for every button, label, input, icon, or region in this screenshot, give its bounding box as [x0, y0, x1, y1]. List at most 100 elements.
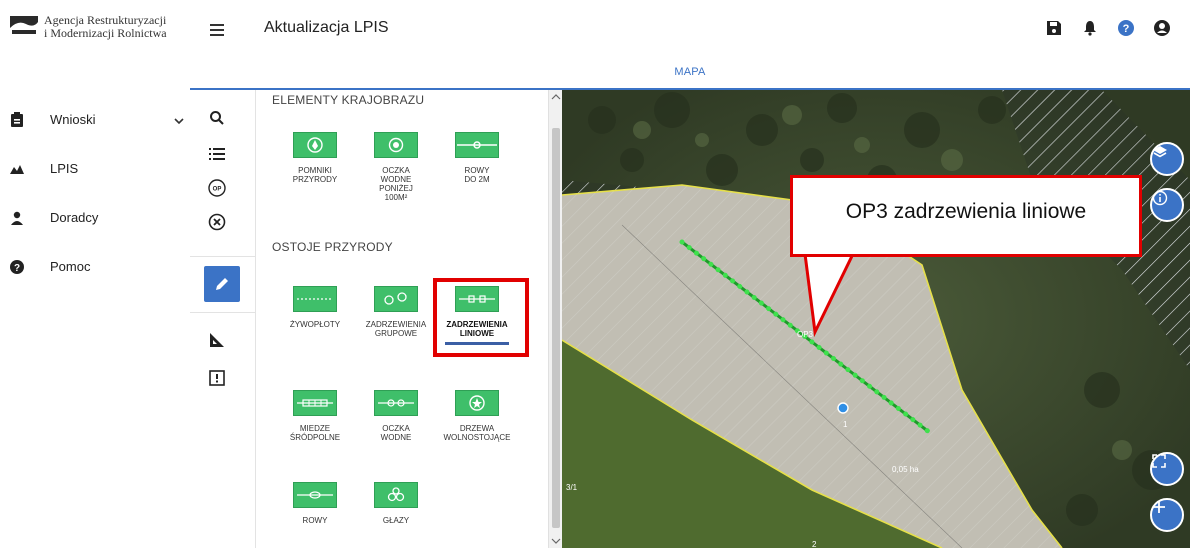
svg-text:OP: OP: [213, 187, 222, 193]
item-label: PRZYRODY: [292, 175, 338, 184]
layer-rowy[interactable]: ROWY: [272, 482, 358, 525]
sidebar-item-lpis[interactable]: LPIS: [0, 144, 190, 193]
scroll-down-icon[interactable]: [549, 536, 562, 546]
edit-icon[interactable]: [204, 266, 240, 302]
sidebar-item-label: Doradcy: [50, 210, 99, 225]
fullscreen-icon[interactable]: [1150, 452, 1184, 486]
item-label: DO 2M: [464, 175, 490, 184]
list-icon[interactable]: [203, 140, 231, 168]
item-label: GRUPOWE: [374, 329, 418, 338]
help-icon: ?: [10, 259, 24, 275]
bell-icon[interactable]: [1080, 18, 1100, 38]
layers-icon[interactable]: [1150, 142, 1184, 176]
item-label: WODNE: [380, 175, 412, 184]
sidebar-item-doradcy[interactable]: Doradcy: [0, 193, 190, 242]
boulder-icon: [374, 482, 418, 508]
balk-icon: [293, 390, 337, 416]
clear-icon[interactable]: [203, 208, 231, 236]
sidebar-item-pomoc[interactable]: ? Pomoc: [0, 242, 190, 291]
logo[interactable]: Agencja Restrukturyzacji i Modernizacji …: [0, 0, 190, 68]
top-actions: ?: [1044, 18, 1172, 38]
item-label: 100M²: [384, 193, 408, 202]
item-label: ROWY: [302, 516, 328, 525]
mountains-icon: [10, 161, 24, 177]
item-label: ZADRZEWIENIA: [365, 320, 427, 329]
help-icon[interactable]: ?: [1116, 18, 1136, 38]
layer-oczka-wodne-100m[interactable]: OCZKA WODNE PONIŻEJ 100M²: [353, 132, 439, 202]
section-title: ELEMENTY KRAJOBRAZU: [272, 93, 425, 107]
save-icon[interactable]: [1044, 18, 1064, 38]
menu-icon[interactable]: [208, 20, 228, 40]
item-label: MIEDZE: [299, 424, 331, 433]
item-label: ROWY: [464, 166, 490, 175]
item-label: WODNE: [380, 433, 412, 442]
op-icon[interactable]: OP: [203, 174, 231, 202]
person-icon: [10, 210, 24, 226]
item-label: GŁAZY: [382, 516, 410, 525]
pond-line-icon: [374, 390, 418, 416]
scroll-thumb[interactable]: [552, 128, 560, 528]
sidebar-item-label: Pomoc: [50, 259, 91, 274]
map-label-parcel: 3/1: [566, 483, 578, 492]
svg-text:?: ?: [14, 263, 20, 274]
ditch-icon: [455, 132, 499, 158]
sidebar-item-wnioski[interactable]: Wnioski: [0, 95, 190, 144]
info-icon[interactable]: [1150, 188, 1184, 222]
clipboard-icon: [10, 112, 24, 128]
agency-logo-icon: [10, 14, 38, 38]
scroll-up-icon[interactable]: [549, 92, 562, 102]
pomnik-icon: [293, 132, 337, 158]
top-bar: Aktualizacja LPIS ?: [190, 0, 1190, 60]
report-icon[interactable]: [203, 364, 231, 392]
highlight-box: [433, 278, 529, 357]
page-title: Aktualizacja LPIS: [264, 19, 389, 36]
map-tools: OP: [190, 90, 256, 548]
org-name: Agencja Restrukturyzacji i Modernizacji …: [44, 14, 167, 40]
sidebar-item-label: LPIS: [50, 161, 79, 176]
section-title: OSTOJE PRZYRODY: [272, 240, 393, 254]
item-label: PONIŻEJ: [379, 184, 413, 193]
parcel-point[interactable]: [837, 402, 849, 414]
map-label-parcel: 2: [812, 540, 817, 548]
chevron-down-icon[interactable]: [174, 113, 184, 125]
org-line-2: i Modernizacji Rolnictwa: [44, 26, 167, 40]
pond-icon: [374, 132, 418, 158]
annotation-callout: OP3 zadrzewienia liniowe: [790, 175, 1142, 257]
zoom-in-icon[interactable]: [1150, 498, 1184, 532]
search-icon[interactable]: [203, 104, 231, 132]
item-label: DRZEWA: [459, 424, 495, 433]
divider: [190, 312, 256, 313]
ditch-line-icon: [293, 482, 337, 508]
tab-mapa[interactable]: MAPA: [190, 66, 1190, 78]
panel-scrollbar[interactable]: [548, 90, 562, 548]
map-label-area: 0,05 ha: [892, 465, 919, 474]
layer-glazy[interactable]: GŁAZY: [353, 482, 439, 525]
divider: [190, 256, 256, 257]
sidebar: Wnioski LPIS Doradcy ? Pomoc: [0, 95, 190, 291]
layer-panel: ELEMENTY KRAJOBRAZU POMNIKI PRZYRODY OCZ…: [256, 90, 562, 548]
item-label: OCZKA: [382, 424, 410, 433]
item-label: OCZKA: [382, 166, 410, 175]
hedge-icon: [293, 286, 337, 312]
layer-rowy-do-2m[interactable]: ROWY DO 2M: [434, 132, 520, 184]
user-icon[interactable]: [1152, 18, 1172, 38]
layer-zadrzewienia-grupowe[interactable]: ZADRZEWIENIA GRUPOWE: [353, 286, 439, 338]
sidebar-item-label: Wnioski: [50, 112, 96, 127]
item-label: ŻYWOPŁOTY: [289, 320, 341, 329]
measure-icon[interactable]: [203, 326, 231, 354]
item-label: WOLNOSTOJĄCE: [443, 433, 511, 442]
map-label-parcel: 1: [843, 420, 848, 429]
callout-text: OP3 zadrzewienia liniowe: [845, 200, 1087, 223]
item-label: ŚRÓDPOLNE: [289, 433, 341, 442]
layer-oczka-wodne[interactable]: OCZKA WODNE: [353, 390, 439, 442]
tab-strip: MAPA: [190, 60, 1190, 90]
map-view[interactable]: OP3 1 0,05 ha 3/1 2: [562, 90, 1190, 548]
tree-group-icon: [374, 286, 418, 312]
layer-pomniki-przyrody[interactable]: POMNIKI PRZYRODY: [272, 132, 358, 184]
orthophoto: [562, 90, 1190, 548]
layer-drzewa-wolnostojace[interactable]: DRZEWA WOLNOSTOJĄCE: [434, 390, 520, 442]
layer-zywoploty[interactable]: ŻYWOPŁOTY: [272, 286, 358, 329]
lone-tree-icon: [455, 390, 499, 416]
svg-text:?: ?: [1123, 23, 1130, 35]
layer-miedze-srodpolne[interactable]: MIEDZE ŚRÓDPOLNE: [272, 390, 358, 442]
